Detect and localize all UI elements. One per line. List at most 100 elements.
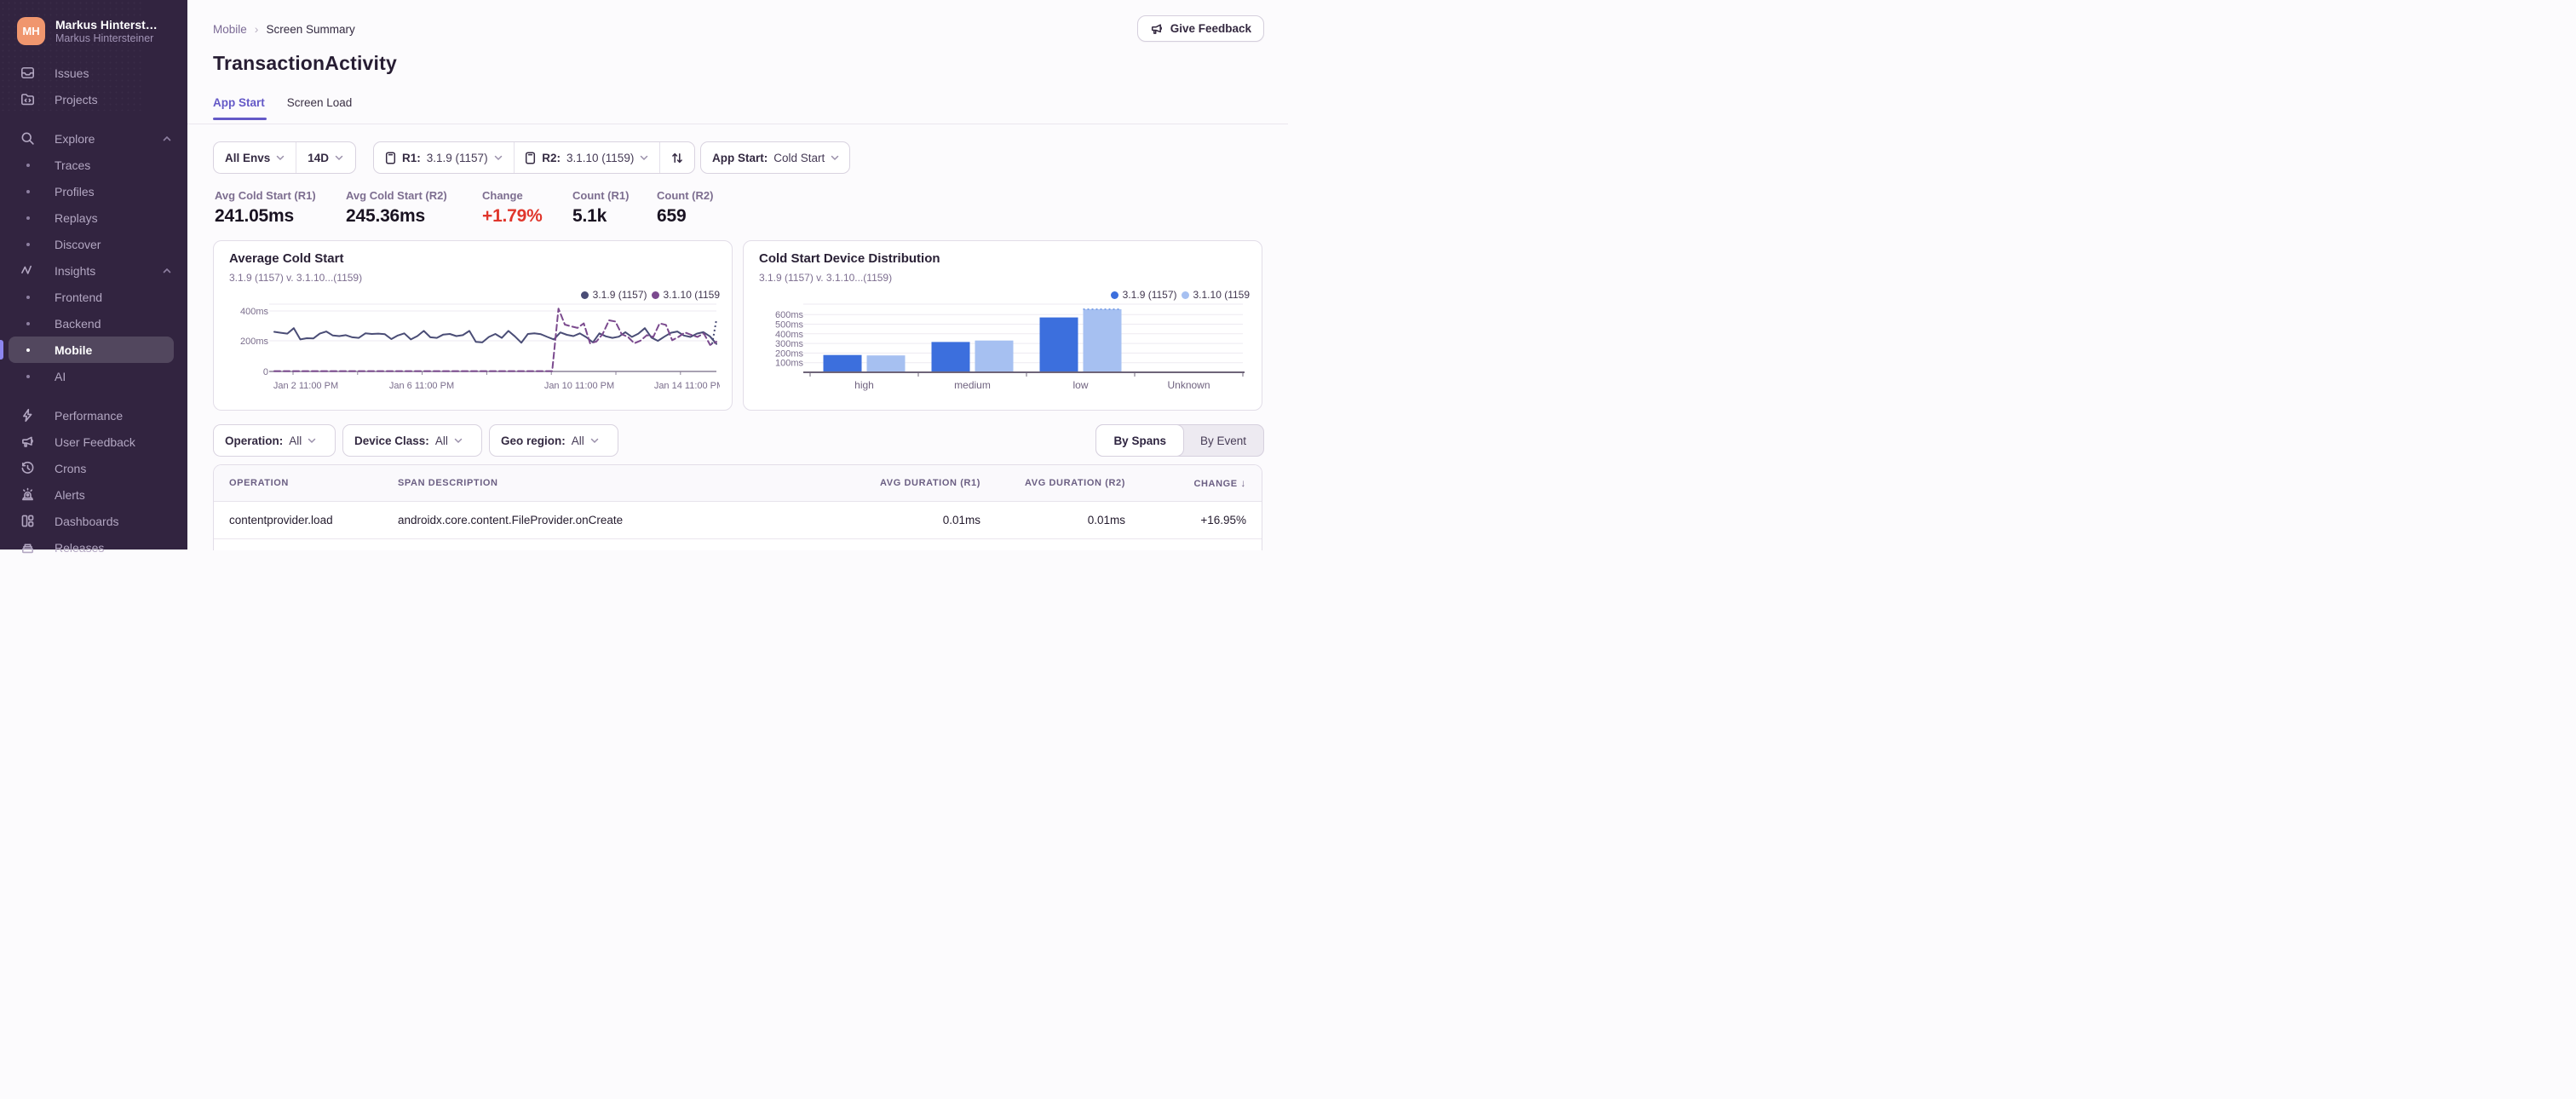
partial-next-row: [214, 538, 1262, 550]
mobile-phone-icon: [385, 151, 396, 164]
svg-text:Jan 10 11:00 PM: Jan 10 11:00 PM: [544, 381, 614, 391]
sidebar-item-profiles[interactable]: Profiles: [0, 178, 187, 204]
user-org: Markus Hintersteiner: [55, 32, 154, 44]
col-change[interactable]: CHANGE ↓: [1142, 465, 1262, 502]
sidebar-item-performance[interactable]: Performance: [0, 402, 187, 429]
operation-label: Operation:: [225, 434, 284, 447]
table-row[interactable]: contentprovider.load androidx.core.conte…: [214, 501, 1262, 539]
chevron-down-icon: [641, 155, 648, 161]
table-header-row: OPERATION SPAN DESCRIPTION AVG DURATION …: [214, 465, 1262, 502]
breadcrumb-screen-summary: Screen Summary: [266, 22, 355, 36]
app-start-type-dropdown[interactable]: App Start: Cold Start: [701, 142, 850, 173]
bullet-icon: [26, 321, 30, 325]
cell-operation: contentprovider.load: [214, 501, 382, 539]
sidebar-item-traces[interactable]: Traces: [0, 152, 187, 178]
cell-span-description-link[interactable]: androidx.core.content.FileProvider.onCre…: [382, 501, 842, 539]
release-r2-dropdown[interactable]: R2: 3.1.10 (1159): [514, 142, 659, 173]
stat-avg-cold-start-r1: Avg Cold Start (R1) 241.05ms: [215, 189, 316, 227]
sidebar-item-replays[interactable]: Replays: [0, 204, 187, 231]
device-distribution-chart-card: Cold Start Device Distribution 3.1.9 (11…: [743, 240, 1262, 411]
by-spans-option[interactable]: By Spans: [1095, 424, 1184, 457]
col-operation[interactable]: OPERATION: [214, 465, 382, 502]
mobile-phone-icon: [526, 151, 536, 164]
stat-label: Avg Cold Start (R1): [215, 189, 316, 202]
sidebar-item-frontend[interactable]: Frontend: [0, 284, 187, 310]
releases-icon: [21, 544, 34, 554]
chevron-down-icon: [277, 155, 285, 161]
insights-icon: [21, 265, 32, 274]
sidebar-item-alerts[interactable]: Alerts: [0, 481, 187, 508]
date-range-dropdown[interactable]: 14D: [296, 142, 354, 173]
page-title: TransactionActivity: [213, 52, 397, 75]
sidebar-item-label: Releases: [55, 540, 105, 555]
give-feedback-button[interactable]: Give Feedback: [1136, 15, 1264, 42]
r1-label: R1:: [402, 151, 421, 164]
col-span-description[interactable]: SPAN DESCRIPTION: [382, 465, 842, 502]
stat-count-r2: Count (R2) 659: [657, 189, 713, 227]
user-name: Markus Hinterst…: [55, 17, 158, 32]
svg-text:high: high: [854, 379, 874, 391]
release-r1-dropdown[interactable]: R1: 3.1.9 (1157): [374, 142, 514, 173]
col-avg-duration-r1[interactable]: AVG DURATION (R1): [842, 465, 998, 502]
bullet-icon: [26, 189, 30, 193]
lightning-icon: [23, 408, 32, 423]
bullet-icon: [26, 242, 30, 246]
sidebar-item-ai[interactable]: AI: [0, 363, 187, 389]
breadcrumb: Mobile › Screen Summary: [213, 22, 355, 36]
app-start-value: Cold Start: [773, 151, 825, 164]
sidebar-item-insights[interactable]: Insights: [0, 257, 187, 284]
org-switcher[interactable]: MH Markus Hinterst… Markus Hintersteiner: [17, 17, 158, 45]
sidebar-item-projects[interactable]: Projects: [0, 86, 187, 112]
geo-region-dropdown[interactable]: Geo region: All: [490, 425, 610, 456]
tab-screen-load[interactable]: Screen Load: [287, 96, 353, 109]
breadcrumb-mobile[interactable]: Mobile: [213, 23, 247, 36]
sidebar-item-discover[interactable]: Discover: [0, 231, 187, 257]
swap-releases-button[interactable]: [660, 142, 694, 173]
device-class-value: All: [434, 434, 448, 447]
svg-text:500ms: 500ms: [775, 320, 804, 331]
sidebar-item-crons[interactable]: Crons: [0, 455, 187, 481]
sidebar-item-mobile[interactable]: Mobile: [0, 337, 187, 363]
sidebar-item-releases[interactable]: Releases: [0, 534, 187, 561]
chart-title: Cold Start Device Distribution: [759, 251, 940, 266]
svg-text:0: 0: [263, 367, 268, 377]
by-event-option[interactable]: By Event: [1183, 425, 1263, 456]
projects-icon: [21, 94, 34, 106]
stat-change: Change +1.79%: [482, 189, 543, 227]
issues-icon: [21, 66, 34, 79]
bullet-icon: [26, 374, 30, 378]
geo-region-value: All: [571, 434, 584, 447]
chevron-down-icon: [494, 155, 502, 161]
tab-app-start[interactable]: App Start: [213, 96, 265, 109]
sidebar-item-label: Backend: [55, 316, 101, 331]
spans-event-toggle: By Spans By Event: [1095, 424, 1264, 457]
stat-value: 245.36ms: [346, 206, 425, 226]
sidebar: MH Markus Hinterst… Markus Hintersteiner…: [0, 0, 187, 555]
sidebar-item-backend[interactable]: Backend: [0, 310, 187, 337]
line-chart[interactable]: 400ms 200ms 0 Jan 2 11:00 PM Jan 6 11:00 PM J…: [227, 297, 720, 406]
environment-dropdown[interactable]: All Envs: [214, 142, 296, 173]
sidebar-item-label: Alerts: [55, 487, 85, 502]
sidebar-item-issues[interactable]: Issues: [0, 60, 187, 86]
sidebar-item-label: Projects: [55, 92, 98, 106]
svg-text:Jan 6 11:00 PM: Jan 6 11:00 PM: [389, 381, 454, 391]
megaphone-icon: [22, 436, 33, 447]
sidebar-nav: Issues Projects Explore Traces Profiles …: [0, 60, 187, 561]
device-class-filter: Device Class: All: [342, 424, 482, 457]
col-avg-duration-r2[interactable]: AVG DURATION (R2): [998, 465, 1142, 502]
sidebar-item-label: Crons: [55, 461, 87, 475]
sidebar-item-label: Issues: [55, 66, 89, 80]
bar-chart[interactable]: 600ms500ms400ms300ms200ms100ms high medium…: [757, 297, 1250, 406]
device-class-dropdown[interactable]: Device Class: All: [343, 425, 474, 456]
avatar: MH: [17, 17, 45, 45]
svg-text:400ms: 400ms: [775, 330, 804, 340]
sidebar-item-dashboards[interactable]: Dashboards: [0, 508, 187, 534]
give-feedback-label: Give Feedback: [1170, 22, 1251, 35]
sidebar-item-label: Frontend: [55, 290, 103, 304]
sidebar-item-user-feedback[interactable]: User Feedback: [0, 429, 187, 455]
operation-filter: Operation: All: [213, 424, 336, 457]
dashboards-icon: [21, 515, 34, 527]
chevron-down-icon: [590, 438, 599, 444]
sidebar-item-explore[interactable]: Explore: [0, 125, 187, 152]
operation-dropdown[interactable]: Operation: All: [214, 425, 327, 456]
